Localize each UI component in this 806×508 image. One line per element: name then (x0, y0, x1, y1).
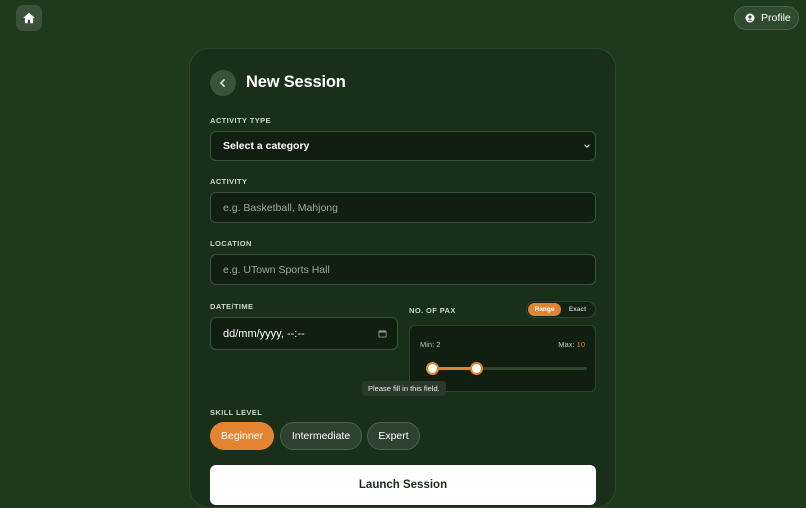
page-title: New Session (246, 73, 346, 91)
location-label: LOCATION (210, 239, 252, 248)
pax-slider-track[interactable] (426, 362, 587, 375)
calendar-icon[interactable] (378, 329, 387, 338)
pax-max-prefix: Max: (558, 340, 575, 349)
location-input[interactable]: e.g. UTown Sports Hall (210, 254, 596, 285)
back-button[interactable] (210, 70, 236, 96)
new-session-card: New Session ACTIVITY TYPE Select a categ… (189, 48, 616, 508)
chevron-left-icon (219, 78, 226, 88)
validation-tooltip: Please fill in this field. (362, 381, 446, 396)
profile-label: Profile (761, 12, 791, 24)
profile-button[interactable]: Profile (734, 6, 799, 30)
activity-label: ACTIVITY (210, 177, 248, 186)
datetime-value: dd/mm/yyyy, --:-- (223, 327, 305, 340)
skill-beginner-chip[interactable]: Beginner (210, 422, 274, 450)
home-button[interactable] (16, 5, 42, 31)
activity-placeholder: e.g. Basketball, Mahjong (223, 201, 338, 214)
skill-level-label: SKILL LEVEL (210, 408, 263, 417)
activity-type-value: Select a category (223, 140, 310, 152)
chevron-down-icon (584, 144, 590, 148)
location-placeholder: e.g. UTown Sports Hall (223, 263, 330, 276)
datetime-label: DATE/TIME (210, 302, 254, 311)
pax-min-thumb[interactable] (426, 362, 440, 375)
datetime-input[interactable]: dd/mm/yyyy, --:-- (210, 317, 398, 350)
activity-input[interactable]: e.g. Basketball, Mahjong (210, 192, 596, 223)
pax-mode-exact[interactable]: Exact (561, 303, 594, 316)
pax-max-thumb[interactable] (470, 362, 484, 375)
user-circle-icon (745, 13, 755, 23)
skill-intermediate-chip[interactable]: Intermediate (280, 422, 362, 450)
activity-type-select[interactable]: Select a category (210, 131, 596, 161)
pax-label: NO. OF PAX (409, 306, 456, 315)
pax-min-label: Min: 2 (420, 340, 441, 349)
pax-mode-toggle[interactable]: Range Exact (526, 301, 596, 318)
activity-type-label: ACTIVITY TYPE (210, 116, 271, 125)
launch-session-button[interactable]: Launch Session (210, 465, 596, 505)
pax-max-label: Max: 10 (558, 340, 585, 349)
pax-max-value: 10 (576, 340, 585, 349)
skill-expert-chip[interactable]: Expert (367, 422, 420, 450)
pax-mode-range[interactable]: Range (528, 303, 561, 316)
home-icon (23, 12, 35, 24)
